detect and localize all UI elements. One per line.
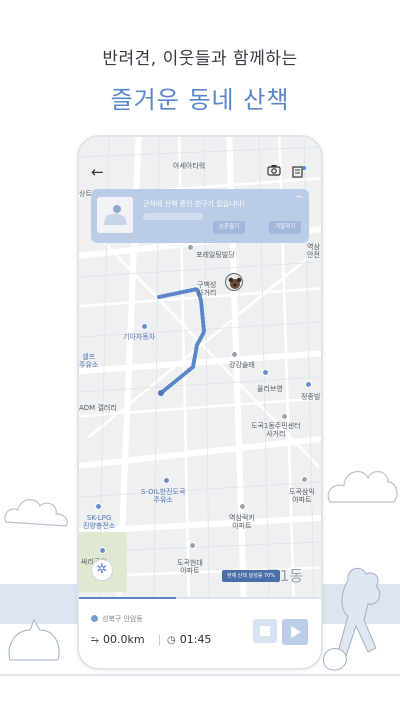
notice-thumbnail bbox=[97, 197, 133, 233]
notice-close-icon[interactable]: ⌒ bbox=[295, 195, 303, 206]
distance-value: 00.0km bbox=[103, 633, 145, 646]
map-label: 기아자동차 bbox=[123, 333, 156, 341]
poi-marker bbox=[305, 381, 312, 388]
map-label: 도곡현대 아파트 bbox=[177, 559, 203, 575]
stop-button[interactable] bbox=[253, 619, 277, 643]
poi-marker bbox=[301, 476, 308, 483]
walk-info-panel: 성북구 안암동 ⥲ 00.0km ◷ 01:45 bbox=[79, 600, 321, 668]
poi-marker bbox=[95, 503, 102, 510]
route-icon: ⥲ bbox=[91, 635, 99, 646]
stop-icon bbox=[260, 626, 270, 636]
promo-subtitle: 반려견, 이웃들과 함께하는 bbox=[102, 49, 298, 69]
notice-subtext-bar bbox=[143, 213, 203, 220]
location-text: 성북구 안암동 bbox=[102, 615, 143, 623]
poi-marker bbox=[141, 323, 148, 330]
poi-marker bbox=[187, 244, 194, 251]
camera-icon[interactable] bbox=[267, 164, 281, 180]
cat-illustration bbox=[8, 618, 60, 661]
dog-walker-illustration bbox=[323, 567, 381, 671]
list-icon[interactable] bbox=[292, 164, 306, 182]
map-view[interactable]: 아세아타워 상트 역삼 안전 포레일팅빌딩 구백성 사거리 기아자동차 셀프 주… bbox=[79, 137, 321, 599]
poi-marker bbox=[189, 542, 196, 549]
poi-marker bbox=[99, 547, 106, 554]
play-button[interactable] bbox=[282, 619, 308, 645]
play-icon bbox=[291, 626, 301, 638]
back-arrow-icon[interactable]: ← bbox=[91, 163, 104, 181]
phone-frame: 아세아타워 상트 역삼 안전 포레일팅빌딩 구백성 사거리 기아자동차 셀프 주… bbox=[77, 135, 323, 670]
poi-marker bbox=[163, 477, 170, 484]
timer-icon: ◷ bbox=[167, 635, 176, 646]
map-label: ADM 갤러리 bbox=[79, 404, 117, 412]
promo-title: 즐거운 동네 산책 bbox=[110, 86, 290, 114]
time-stat: ◷ 01:45 bbox=[167, 633, 211, 646]
progress-toast: 현재 산책 달성률 70% bbox=[222, 570, 281, 582]
notice-message: 근처에 산책 중인 친구가 있습니다! bbox=[143, 200, 245, 208]
distance-stat: ⥲ 00.0km bbox=[91, 633, 145, 646]
app-promo-screen: 반려견, 이웃들과 함께하는 즐거운 동네 산책 아세아타워 상트 역삼 안전 … bbox=[0, 0, 400, 710]
map-label: 역삼럭키 아파트 bbox=[229, 514, 255, 530]
compass-icon[interactable]: ✲ bbox=[91, 559, 113, 581]
time-value: 01:45 bbox=[179, 633, 212, 646]
stat-divider bbox=[159, 635, 160, 646]
map-label: 포레일팅빌딩 bbox=[196, 251, 235, 259]
map-label: 도곡삼익 아파트 bbox=[289, 488, 315, 504]
map-label: 도곡1동주민센터 사거리 bbox=[251, 422, 301, 438]
current-location: 성북구 안암동 bbox=[91, 614, 143, 624]
map-label: 아세아타워 bbox=[173, 162, 206, 170]
map-label: 구백성 사거리 bbox=[197, 281, 217, 297]
map-label: SK-LPG 진양충전소 bbox=[83, 514, 116, 530]
map-label: 셀프 주유소 bbox=[79, 353, 99, 369]
wave-hand-button[interactable]: 손흔들기 bbox=[213, 221, 246, 234]
map-label: 역삼 안전 bbox=[307, 243, 320, 259]
nearby-friend-notice: 근처에 산책 중인 친구가 있습니다! 손흔들기 거절하기 ⌒ bbox=[91, 189, 309, 243]
cloud-right-illustration bbox=[327, 470, 398, 503]
map-label: 상트 bbox=[79, 190, 92, 198]
map-label: 강강술래 bbox=[229, 361, 255, 369]
map-label: 정종빌딩 bbox=[301, 393, 321, 401]
walk-progress-fill bbox=[79, 597, 176, 599]
dog-avatar[interactable] bbox=[225, 273, 243, 291]
map-label: 올리브영 bbox=[257, 385, 283, 393]
decline-button[interactable]: 거절하기 bbox=[269, 221, 302, 234]
location-dot-icon bbox=[91, 615, 98, 622]
map-label: S-OIL한진도곡 주유소 bbox=[141, 488, 186, 504]
poi-marker bbox=[281, 413, 288, 420]
cloud-left-illustration bbox=[4, 499, 68, 527]
poi-marker bbox=[231, 351, 238, 358]
poi-marker bbox=[239, 503, 246, 510]
poi-marker bbox=[262, 369, 269, 376]
walk-progress-bar bbox=[79, 597, 321, 599]
